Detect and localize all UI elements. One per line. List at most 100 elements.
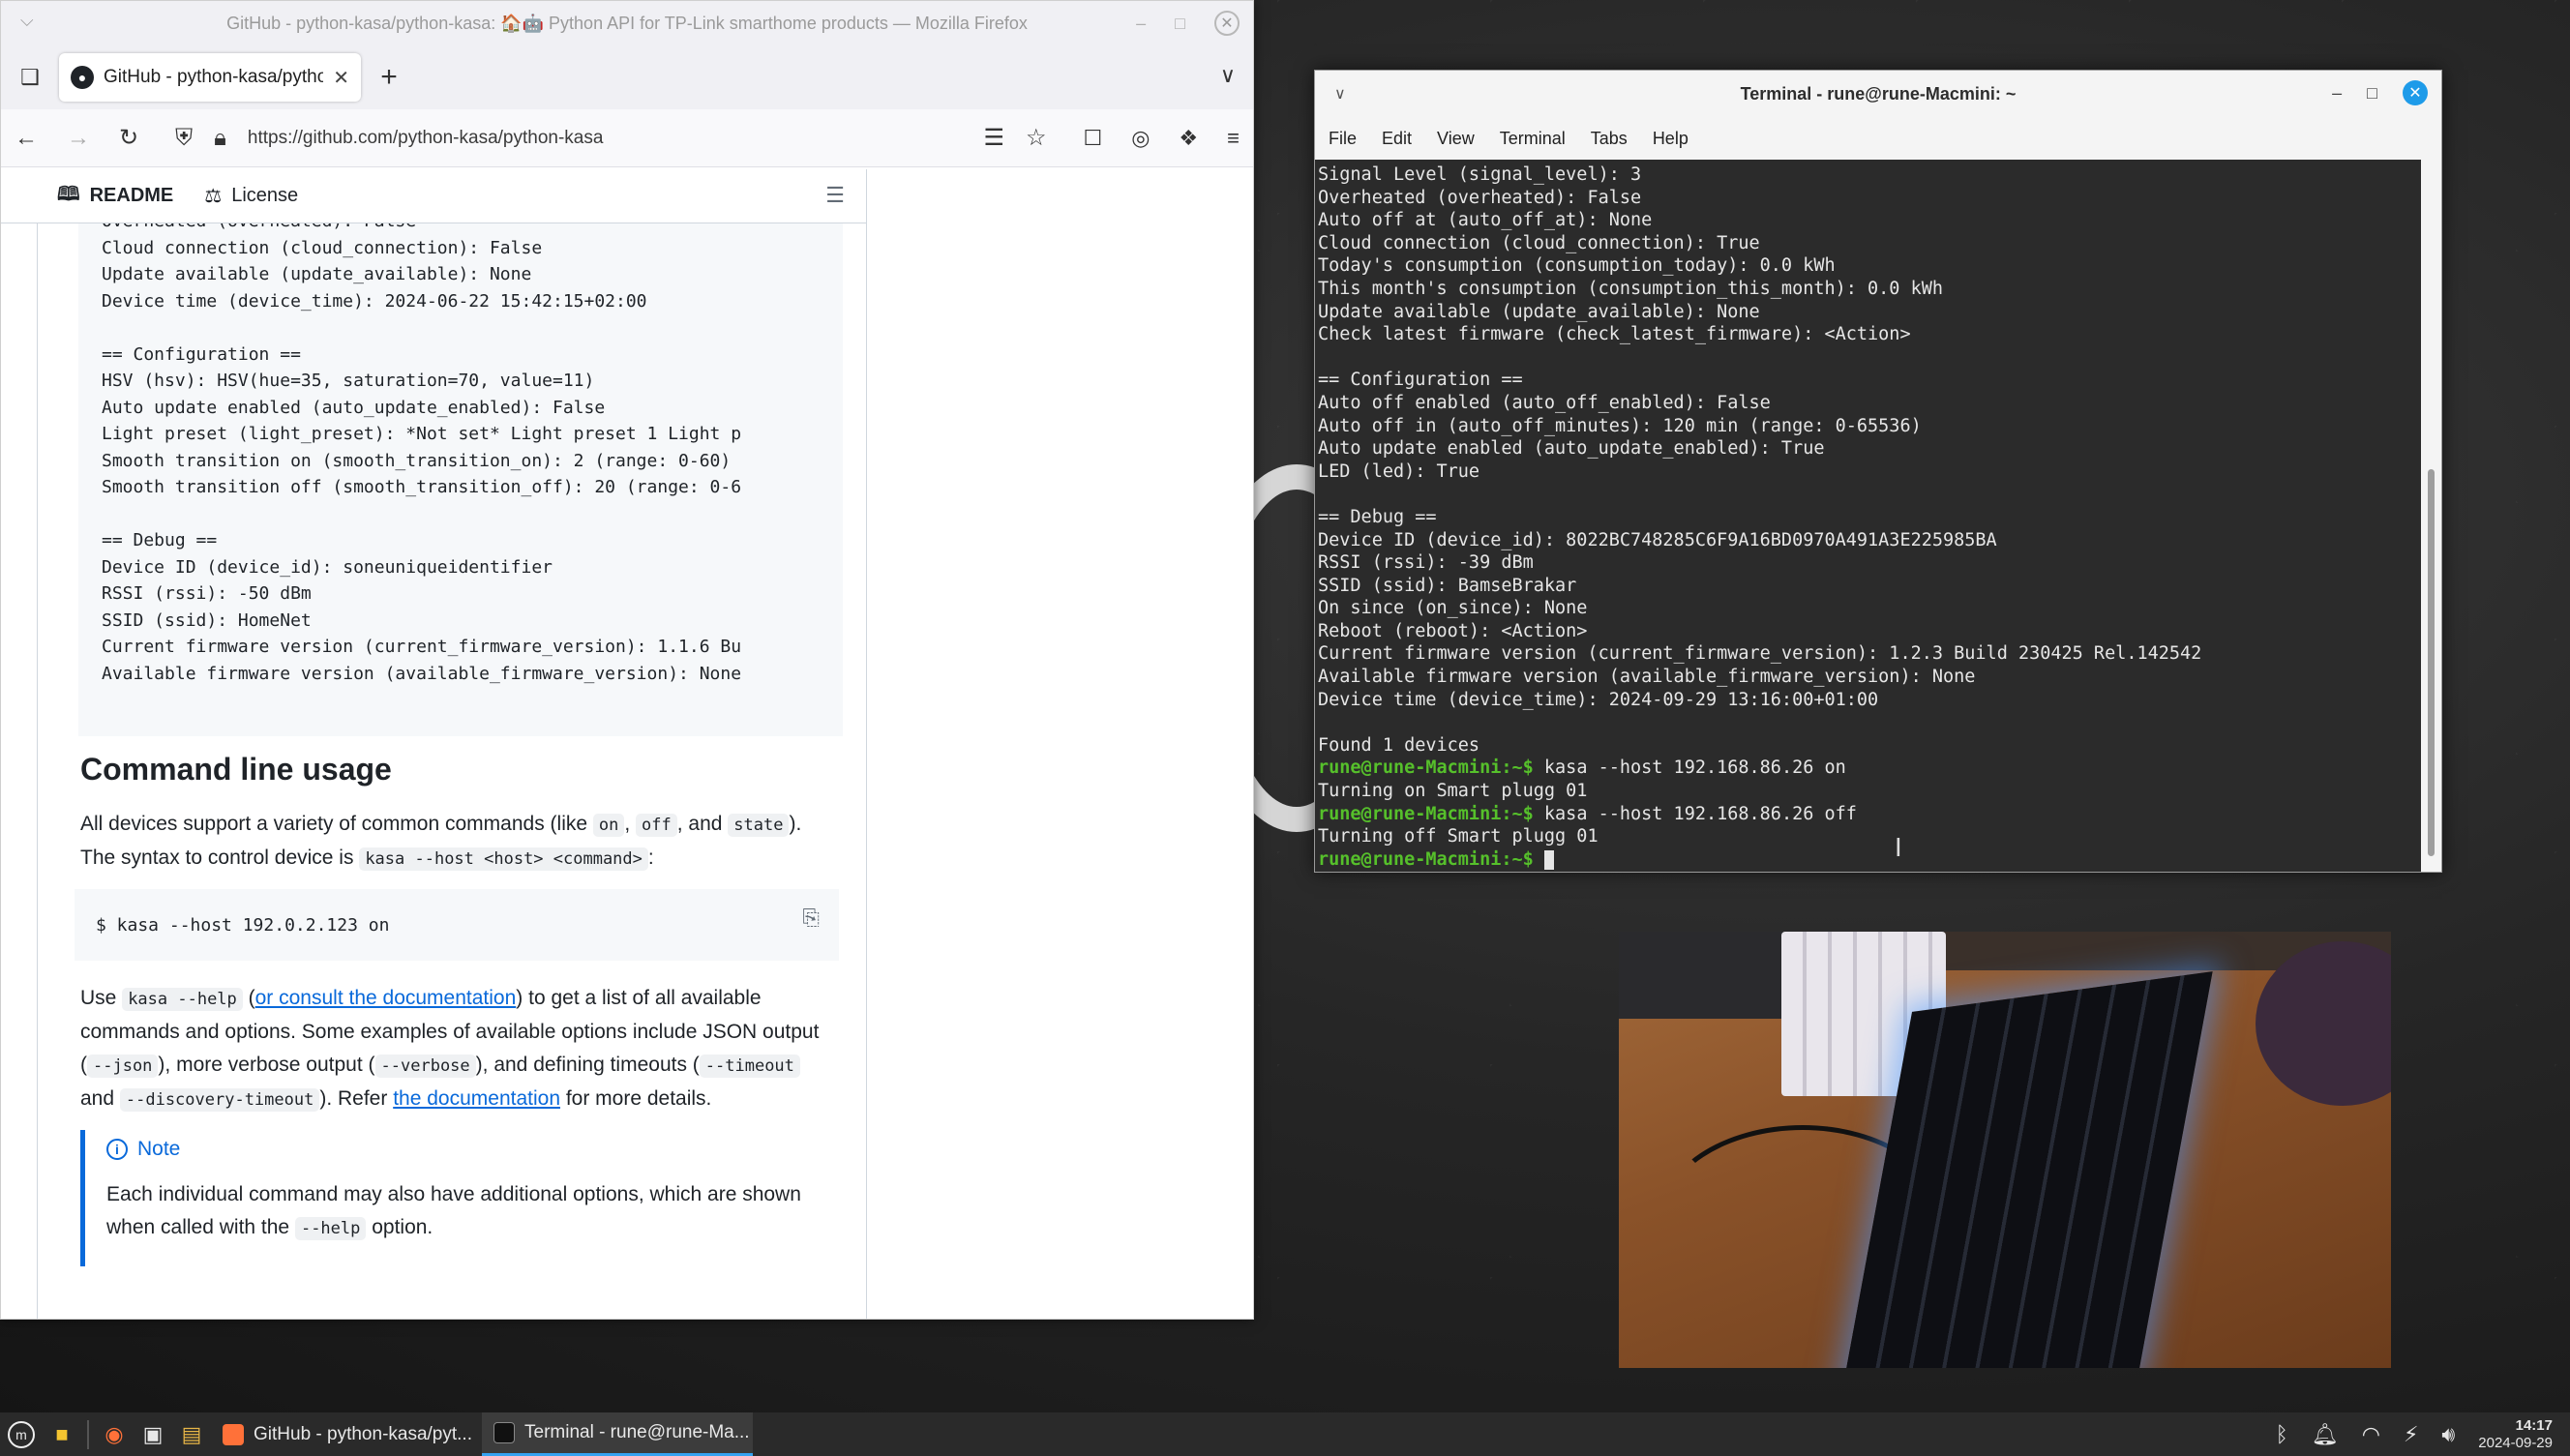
- terminal-line: Found 1 devices: [1318, 734, 1480, 756]
- tab-close-icon[interactable]: ✕: [333, 66, 349, 90]
- firefox-launcher-icon[interactable]: ◉: [95, 1412, 134, 1456]
- github-favicon-icon: ●: [71, 66, 94, 89]
- lock-icon[interactable]: 🔒︎: [214, 125, 226, 152]
- inline-code: kasa --help: [122, 988, 243, 1011]
- menu-terminal[interactable]: Terminal: [1500, 129, 1566, 149]
- terminal-line: SSID (ssid): BamseBrakar: [1318, 575, 1577, 596]
- text: ), and defining timeouts (: [475, 1054, 700, 1076]
- volume-icon[interactable]: 🔊︎: [2441, 1422, 2455, 1447]
- tracking-shield-icon[interactable]: ⛨: [175, 125, 193, 152]
- outline-list-icon[interactable]: ☰: [825, 183, 845, 208]
- tab-readme-label: README: [89, 185, 174, 206]
- reload-icon[interactable]: ↻: [119, 124, 138, 152]
- notifications-bell-icon[interactable]: 🔔︎: [2312, 1422, 2339, 1447]
- terminal-output[interactable]: Signal Level (signal_level): 3 Overheate…: [1315, 160, 2423, 872]
- text: (: [242, 987, 255, 1009]
- hamburger-menu-icon[interactable]: ≡: [1227, 126, 1240, 151]
- forward-arrow-icon[interactable]: →: [67, 125, 90, 152]
- pocket-icon[interactable]: ☐: [1083, 126, 1102, 151]
- account-icon[interactable]: ◎: [1131, 126, 1150, 151]
- bookmark-star-icon[interactable]: ☆: [1026, 124, 1047, 152]
- terminal-command-line: rune@rune-Macmini:~$ kasa --host 192.168…: [1318, 803, 2423, 826]
- list-all-tabs-chevron-icon[interactable]: ∨: [1220, 63, 1236, 88]
- system-tray: ᛒ 🔔︎ ◠ ⚡︎ 🔊︎ 14:17 2024-09-29: [2276, 1412, 2553, 1456]
- scale-icon: ⚖︎: [204, 186, 223, 207]
- wifi-icon[interactable]: ◠: [2362, 1422, 2380, 1447]
- documentation-link[interactable]: the documentation: [393, 1087, 560, 1110]
- menu-view[interactable]: View: [1437, 129, 1475, 149]
- menu-edit[interactable]: Edit: [1382, 129, 1412, 149]
- firefox-view-icon[interactable]: ❑: [1, 65, 59, 90]
- taskbar: m ■ ◉ ▣ ▤ GitHub - python-kasa/pyt... Te…: [0, 1412, 2570, 1456]
- terminal-input-line[interactable]: rune@rune-Macmini:~$: [1318, 848, 2423, 872]
- note-title-text: Note: [137, 1138, 181, 1160]
- menu-tabs[interactable]: Tabs: [1591, 129, 1628, 149]
- url-text[interactable]: https://github.com/python-kasa/python-ka…: [248, 128, 963, 149]
- documentation-link[interactable]: or consult the documentation: [255, 987, 517, 1009]
- new-tab-button[interactable]: +: [365, 61, 413, 94]
- terminal-line: Available firmware version (available_fi…: [1318, 667, 1976, 688]
- files-launcher-icon[interactable]: ▤: [172, 1412, 211, 1456]
- bluetooth-icon[interactable]: ᛒ: [2276, 1422, 2288, 1447]
- window-menu-chevron-icon[interactable]: ∨: [1334, 84, 1346, 104]
- maximize-button[interactable]: □: [2367, 83, 2377, 104]
- terminal-line: Device time (device_time): 2024-09-29 13…: [1318, 689, 1879, 710]
- terminal-line: On since (on_since): None: [1318, 598, 1588, 619]
- show-desktop-icon[interactable]: ■: [43, 1412, 81, 1456]
- shell-command: kasa --host 192.168.86.26 off: [1533, 803, 1857, 824]
- close-button[interactable]: ✕: [1214, 11, 1240, 36]
- text: ,: [624, 813, 637, 835]
- text: :: [647, 847, 654, 869]
- terminal-menubar: File Edit View Terminal Tabs Help: [1315, 117, 2441, 160]
- taskbar-task-firefox[interactable]: GitHub - python-kasa/pyt...: [211, 1412, 482, 1456]
- extensions-icon[interactable]: ❖: [1179, 126, 1198, 151]
- shell-prompt: rune@rune-Macmini:~$: [1318, 803, 1534, 824]
- tab-license[interactable]: ⚖︎ License: [204, 184, 298, 208]
- inline-code: --verbose: [374, 1055, 476, 1078]
- window-menu-chevron-icon[interactable]: ⌵: [20, 11, 34, 31]
- inline-code: off: [636, 814, 677, 837]
- tab-readme[interactable]: 🕮︎ README: [57, 180, 173, 213]
- navigation-toolbar: ← → ↻ ⛨ 🔒︎ https://github.com/python-kas…: [1, 109, 1253, 167]
- code-line: Cloud connection (cloud_connection): Fal…: [102, 237, 543, 258]
- back-arrow-icon[interactable]: ←: [15, 125, 38, 152]
- start-menu-button[interactable]: m: [0, 1412, 43, 1456]
- scrollbar-thumb[interactable]: [2428, 469, 2435, 856]
- menu-file[interactable]: File: [1329, 129, 1357, 149]
- note-title: i Note: [106, 1138, 825, 1161]
- reader-view-icon[interactable]: ☰: [983, 124, 1004, 152]
- menu-help[interactable]: Help: [1653, 129, 1688, 149]
- terminal-scrollbar[interactable]: [2421, 160, 2441, 872]
- text: for more details.: [560, 1087, 712, 1110]
- minimize-button[interactable]: –: [2332, 83, 2342, 104]
- inline-code: --json: [87, 1055, 159, 1078]
- code-line: Light preset (light_preset): *Not set* L…: [102, 424, 742, 444]
- close-button[interactable]: ✕: [2403, 80, 2428, 105]
- terminal-line: Auto off at (auto_off_at): None: [1318, 210, 1653, 231]
- terminal-line: This month's consumption (consumption_th…: [1318, 278, 1944, 299]
- clock-time: 14:17: [2515, 1416, 2553, 1434]
- maximize-button[interactable]: □: [1175, 14, 1185, 34]
- text: and: [80, 1087, 120, 1110]
- power-icon[interactable]: ⚡︎: [2404, 1422, 2418, 1447]
- copy-icon[interactable]: ⎘: [802, 906, 820, 931]
- shell-command: kasa --host 192.168.86.26 on: [1533, 758, 1846, 779]
- terminal-line: Reboot (reboot): <Action>: [1318, 620, 1588, 641]
- mint-logo-icon: m: [8, 1420, 35, 1448]
- clock[interactable]: 14:17 2024-09-29: [2478, 1417, 2553, 1452]
- terminal-launcher-icon[interactable]: ▣: [134, 1412, 172, 1456]
- note-body: Each individual command may also have ad…: [106, 1178, 825, 1245]
- firefox-window: ⌵ GitHub - python-kasa/python-kasa: 🏠🤖 P…: [0, 0, 1254, 1320]
- content-border: [37, 223, 38, 1319]
- terminal-line: Cloud connection (cloud_connection): Tru…: [1318, 232, 1760, 253]
- minimize-button[interactable]: –: [1136, 14, 1146, 34]
- text-cursor: [1543, 849, 1554, 870]
- task-label: GitHub - python-kasa/pyt...: [254, 1423, 472, 1444]
- url-bar[interactable]: ⛨ 🔒︎ https://github.com/python-kasa/pyth…: [167, 117, 1054, 160]
- taskbar-separator: [87, 1419, 89, 1449]
- browser-tab-github[interactable]: ● GitHub - python-kasa/pytho ✕: [59, 53, 361, 102]
- github-readme-content: 🕮︎ README ⚖︎ License ☰ Overheated (overh…: [1, 169, 1253, 1319]
- taskbar-task-terminal[interactable]: Terminal - rune@rune-Ma...: [482, 1412, 753, 1456]
